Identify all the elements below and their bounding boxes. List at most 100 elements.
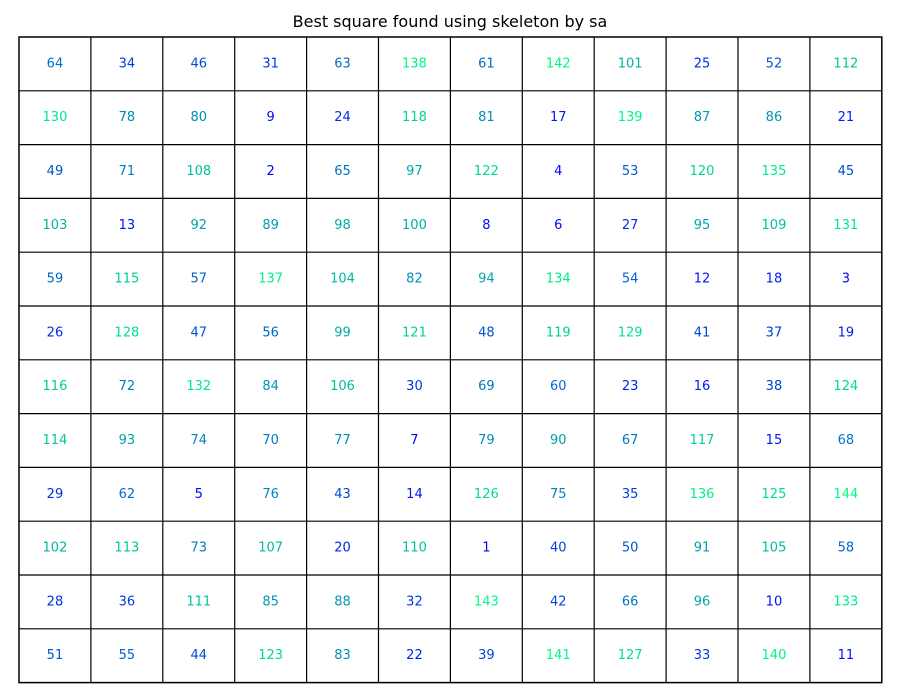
cell-value: 13 bbox=[119, 218, 136, 233]
cell-value: 34 bbox=[119, 56, 136, 71]
cell-value: 57 bbox=[190, 272, 207, 287]
cell-value: 87 bbox=[694, 110, 711, 125]
cell-value: 103 bbox=[43, 218, 68, 233]
cell-value: 139 bbox=[618, 110, 643, 125]
cell-value: 51 bbox=[47, 648, 64, 663]
magic-square-grid: 64 34 46 31 63 138 61 142 101 25 52 112130 78 80 9 24 11… bbox=[18, 36, 883, 684]
cell-value: 8 bbox=[482, 218, 490, 233]
cell-value: 126 bbox=[474, 487, 499, 502]
cell-value: 18 bbox=[766, 272, 783, 287]
cell-value: 20 bbox=[334, 541, 351, 556]
cell-value: 104 bbox=[330, 272, 355, 287]
cell-value: 4 bbox=[554, 164, 562, 179]
cell-value: 78 bbox=[119, 110, 136, 125]
cell-value: 58 bbox=[838, 541, 855, 556]
cell-value: 63 bbox=[334, 56, 351, 71]
cell-value: 38 bbox=[766, 379, 783, 394]
cell-value: 33 bbox=[694, 648, 711, 663]
cell-value: 7 bbox=[410, 433, 418, 448]
cell-value: 31 bbox=[262, 56, 279, 71]
cell-value: 135 bbox=[762, 164, 787, 179]
cell-value: 67 bbox=[622, 433, 639, 448]
cell-value: 136 bbox=[690, 487, 715, 502]
cell-value: 25 bbox=[694, 56, 711, 71]
cell-value: 42 bbox=[550, 594, 567, 609]
cell-value: 21 bbox=[838, 110, 855, 125]
cell-value: 110 bbox=[402, 541, 427, 556]
cell-value: 6 bbox=[554, 218, 562, 233]
cell-value: 69 bbox=[478, 379, 495, 394]
cell-value: 2 bbox=[267, 164, 275, 179]
cell-value: 14 bbox=[406, 487, 423, 502]
cell-value: 105 bbox=[762, 541, 787, 556]
cell-value: 85 bbox=[262, 594, 279, 609]
cell-value: 127 bbox=[618, 648, 643, 663]
cell-value: 93 bbox=[119, 433, 136, 448]
cell-value: 17 bbox=[550, 110, 567, 125]
cell-value: 72 bbox=[119, 379, 136, 394]
cell-value: 107 bbox=[258, 541, 283, 556]
cell-value: 11 bbox=[838, 648, 855, 663]
cell-value: 101 bbox=[618, 56, 643, 71]
cell-value: 143 bbox=[474, 594, 499, 609]
cell-value: 144 bbox=[833, 487, 858, 502]
cell-value: 23 bbox=[622, 379, 639, 394]
cell-value: 5 bbox=[195, 487, 203, 502]
cell-value: 81 bbox=[478, 110, 495, 125]
cell-value: 109 bbox=[762, 218, 787, 233]
cell-value: 86 bbox=[766, 110, 783, 125]
cell-value: 95 bbox=[694, 218, 711, 233]
cell-value: 76 bbox=[262, 487, 279, 502]
cell-value: 100 bbox=[402, 218, 427, 233]
cell-value: 89 bbox=[262, 218, 279, 233]
cell-value: 80 bbox=[190, 110, 207, 125]
cell-value: 71 bbox=[119, 164, 136, 179]
cell-value: 111 bbox=[186, 594, 211, 609]
cell-value: 35 bbox=[622, 487, 639, 502]
cell-value: 99 bbox=[334, 325, 351, 340]
cell-value: 62 bbox=[119, 487, 136, 502]
cell-value: 115 bbox=[114, 272, 139, 287]
cell-value: 22 bbox=[406, 648, 423, 663]
cell-value: 138 bbox=[402, 56, 427, 71]
cell-value: 120 bbox=[690, 164, 715, 179]
cell-value: 68 bbox=[838, 433, 855, 448]
cell-value: 140 bbox=[762, 648, 787, 663]
cell-value: 24 bbox=[334, 110, 351, 125]
cell-value: 41 bbox=[694, 325, 711, 340]
cell-value: 73 bbox=[190, 541, 207, 556]
cell-value: 91 bbox=[694, 541, 711, 556]
cell-value: 65 bbox=[334, 164, 351, 179]
cell-value: 56 bbox=[262, 325, 279, 340]
cell-value: 15 bbox=[766, 433, 783, 448]
cell-value: 47 bbox=[190, 325, 207, 340]
cell-value: 88 bbox=[334, 594, 351, 609]
cell-value: 79 bbox=[478, 433, 495, 448]
cell-value: 28 bbox=[47, 594, 64, 609]
cell-value: 131 bbox=[833, 218, 858, 233]
cell-value: 40 bbox=[550, 541, 567, 556]
cell-value: 108 bbox=[186, 164, 211, 179]
cell-value: 116 bbox=[43, 379, 68, 394]
cell-value: 53 bbox=[622, 164, 639, 179]
cell-value: 106 bbox=[330, 379, 355, 394]
cell-value: 36 bbox=[119, 594, 136, 609]
cell-value: 125 bbox=[762, 487, 787, 502]
cell-value: 27 bbox=[622, 218, 639, 233]
cell-value: 39 bbox=[478, 648, 495, 663]
cell-value: 75 bbox=[550, 487, 567, 502]
cell-value: 128 bbox=[114, 325, 139, 340]
cell-value: 12 bbox=[694, 272, 711, 287]
cell-value: 48 bbox=[478, 325, 495, 340]
cell-value: 123 bbox=[258, 648, 283, 663]
cell-value: 1 bbox=[482, 541, 490, 556]
cell-value: 134 bbox=[546, 272, 571, 287]
cell-value: 97 bbox=[406, 164, 423, 179]
cell-value: 92 bbox=[190, 218, 207, 233]
cell-value: 10 bbox=[766, 594, 783, 609]
cell-value: 112 bbox=[833, 56, 858, 71]
cell-value: 74 bbox=[190, 433, 207, 448]
cell-value: 122 bbox=[474, 164, 499, 179]
cell-value: 117 bbox=[690, 433, 715, 448]
cell-value: 98 bbox=[334, 218, 351, 233]
